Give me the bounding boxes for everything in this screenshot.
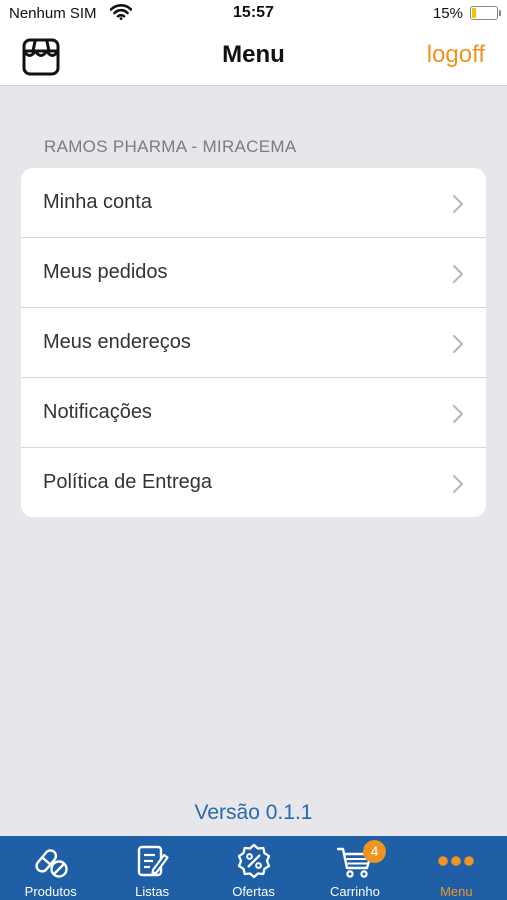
- clock: 15:57: [233, 4, 274, 21]
- status-bar: Nenhum SIM 15:57 15%: [0, 0, 507, 28]
- menu-item-label: Meus pedidos: [43, 261, 168, 283]
- menu-item-label: Meus endereços: [43, 331, 191, 353]
- menu-item-notificacoes[interactable]: Notificações: [21, 378, 486, 448]
- menu-item-politica-de-entrega[interactable]: Política de Entrega: [21, 448, 486, 517]
- more-dots-icon: [438, 856, 475, 866]
- menu-item-label: Política de Entrega: [43, 471, 212, 493]
- version-label: Versão 0.1.1: [194, 801, 313, 824]
- chevron-right-icon: [452, 264, 464, 284]
- tab-carrinho[interactable]: 4 Carrinho: [304, 836, 405, 900]
- chevron-right-icon: [452, 474, 464, 494]
- tab-label: Menu: [440, 884, 473, 899]
- chevron-right-icon: [452, 404, 464, 424]
- tab-label: Listas: [135, 884, 170, 899]
- store-name-header: RAMOS PHARMA - MIRACEMA: [44, 137, 297, 156]
- menu-item-minha-conta[interactable]: Minha conta: [21, 168, 486, 238]
- battery-icon: [470, 6, 501, 20]
- tab-produtos[interactable]: Produtos: [0, 836, 101, 900]
- tab-label: Ofertas: [232, 884, 275, 899]
- menu-item-label: Notificações: [43, 401, 152, 423]
- tab-label: Carrinho: [329, 884, 380, 899]
- pills-icon: [35, 849, 68, 878]
- discount-badge-icon: [237, 843, 270, 879]
- battery-fill: [472, 8, 476, 18]
- store-icon[interactable]: [20, 36, 62, 78]
- menu-item-meus-enderecos[interactable]: Meus endereços: [21, 308, 486, 378]
- tab-ofertas[interactable]: Ofertas: [203, 836, 304, 900]
- cart-count-badge: 4: [363, 840, 387, 863]
- tab-bar: Produtos Listas Ofertas 4 Carrinho Menu: [0, 836, 507, 900]
- battery-percent: 15%: [432, 5, 463, 22]
- menu-item-meus-pedidos[interactable]: Meus pedidos: [21, 238, 486, 308]
- tab-label: Produtos: [24, 884, 77, 899]
- menu-item-label: Minha conta: [43, 191, 152, 213]
- tab-listas[interactable]: Listas: [101, 836, 202, 900]
- tab-menu[interactable]: Menu: [406, 836, 507, 900]
- menu-list: Minha conta Meus pedidos Meus endereços …: [21, 168, 486, 517]
- logoff-button[interactable]: logoff: [427, 41, 485, 69]
- chevron-right-icon: [452, 334, 464, 354]
- nav-bar: Menu logoff: [0, 28, 507, 86]
- list-edit-icon: [137, 845, 169, 877]
- chevron-right-icon: [452, 194, 464, 214]
